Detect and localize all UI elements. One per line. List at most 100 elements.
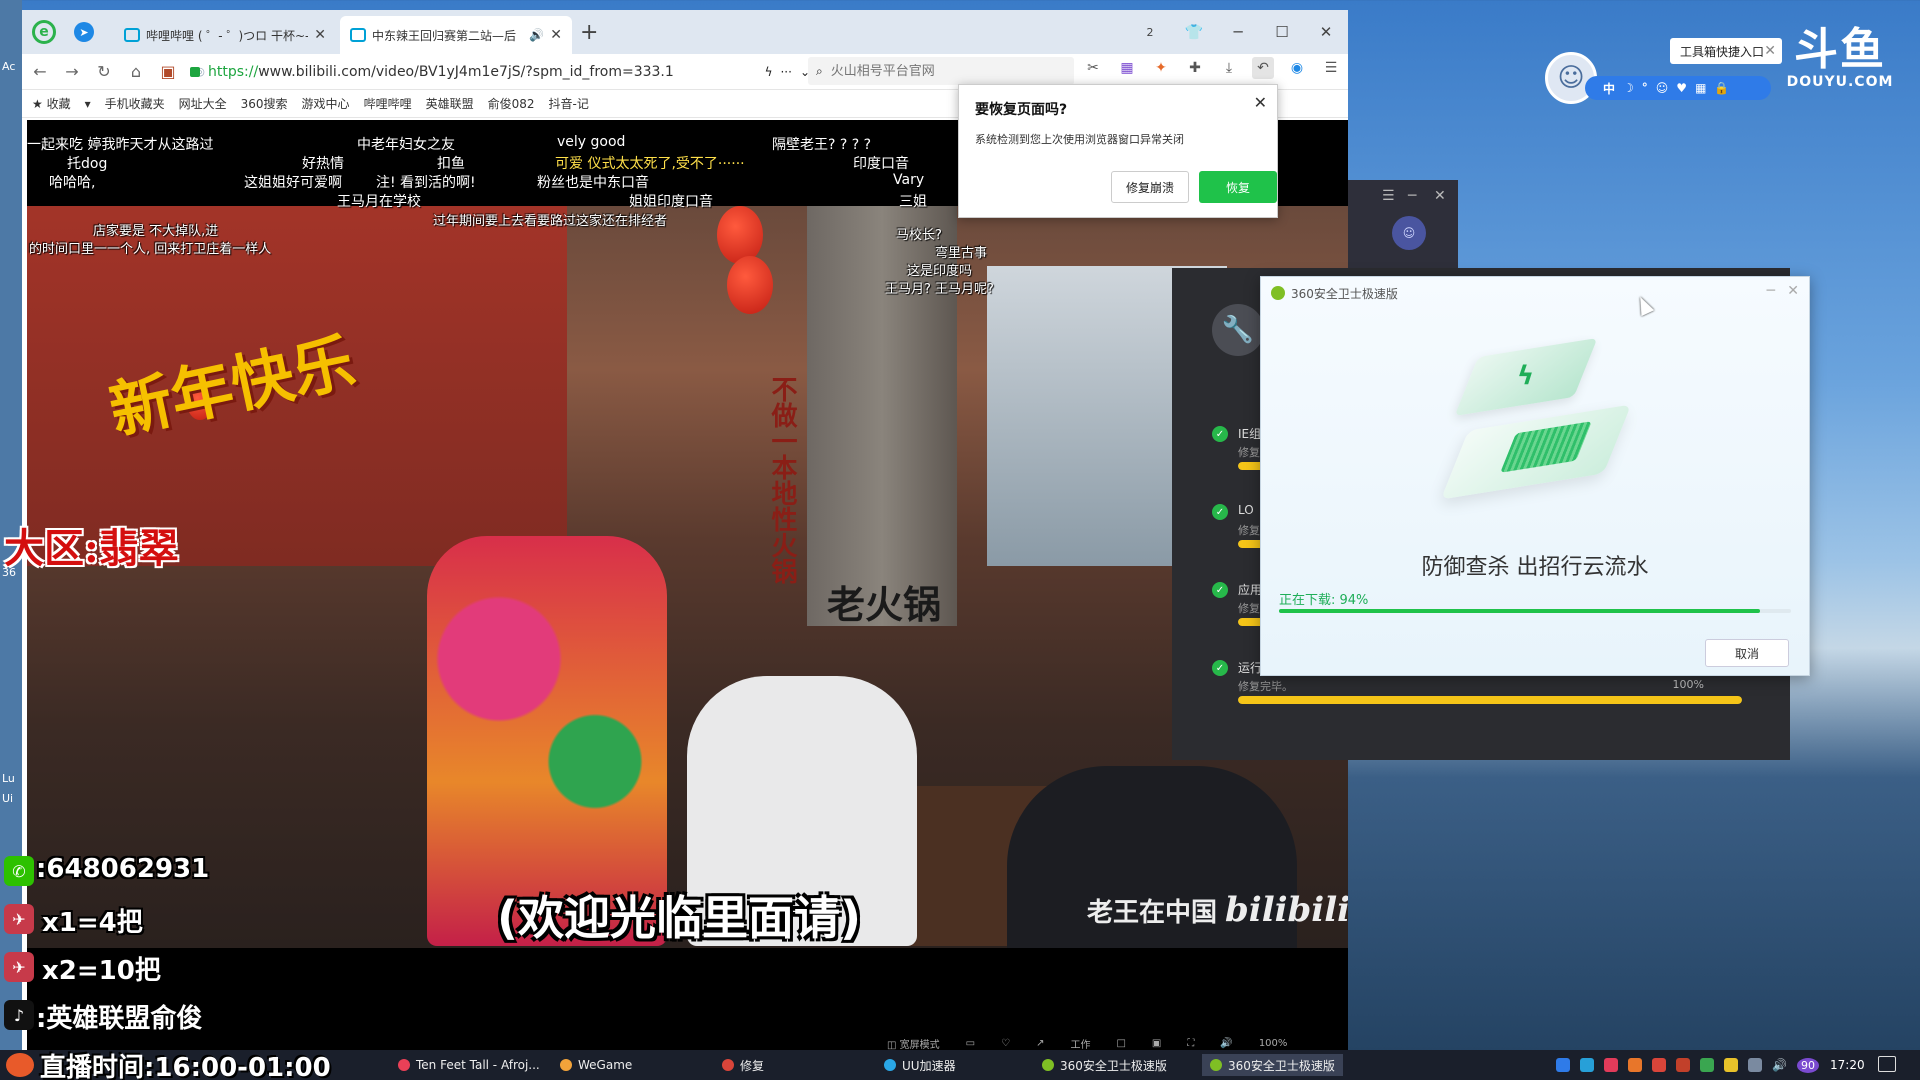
desktop-label[interactable]: Ac	[2, 60, 15, 73]
browser-logo-icon[interactable]: e	[32, 20, 56, 44]
forward-icon[interactable]: →	[62, 62, 82, 81]
bookmark-favorites[interactable]: ★ 收藏	[32, 95, 71, 112]
ime-punct-icon[interactable]: °	[1642, 81, 1648, 95]
scissors-icon[interactable]: ✂	[1082, 57, 1104, 79]
back-icon[interactable]: ←	[30, 62, 50, 81]
app-tray-icon[interactable]	[1652, 1058, 1666, 1072]
minimize-icon[interactable]: ─	[1408, 188, 1416, 204]
taskbar-item[interactable]: 修复	[722, 1054, 764, 1076]
translate-icon[interactable]: ▦	[1116, 57, 1138, 79]
bookmark-item[interactable]: 360搜索	[241, 95, 288, 112]
danmaku: vely good	[557, 134, 626, 150]
fullscreen-icon[interactable]: ⛶	[1187, 1038, 1194, 1049]
ime-strip[interactable]: 中 ☽ ° ☺ ♥ ▦ 🔒	[1585, 76, 1771, 100]
extension-bag-icon[interactable]: ▣	[158, 62, 178, 81]
search-box[interactable]: ⌕	[808, 57, 1074, 85]
theater-icon[interactable]: □	[1116, 1038, 1125, 1049]
taskbar-item-label: WeGame	[578, 1058, 633, 1072]
video-player[interactable]: 新年快乐 不做一本地性火锅 老火锅 一起来吃 婷我昨天才从这路过 中老年妇女之友…	[27, 120, 1348, 1050]
more-icon[interactable]: ···	[780, 65, 791, 79]
video-watermark: 老王在中国 bilibili	[1087, 890, 1348, 930]
taskbar-item-label: 修复	[740, 1058, 765, 1073]
like-icon[interactable]: ♡	[1001, 1038, 1010, 1049]
menu-icon[interactable]: ☰	[1320, 57, 1342, 79]
search-input[interactable]	[830, 63, 1031, 79]
volume-icon[interactable]: 🔊	[1220, 1038, 1232, 1049]
browser-sync-icon[interactable]: ◉	[1286, 57, 1308, 79]
minimize-icon[interactable]: ─	[1216, 23, 1260, 41]
cancel-button[interactable]: 取消	[1705, 639, 1789, 667]
minimize-icon[interactable]: ─	[1767, 283, 1775, 299]
tab-bilibili-home[interactable]: 哔哩哔哩 ( ゜- ゜)つロ 干杯~-b ✕	[114, 16, 336, 54]
lightning-icon[interactable]: ϟ	[765, 65, 773, 79]
notification-icon[interactable]	[1878, 1056, 1896, 1072]
work-button[interactable]: 工作	[1070, 1036, 1090, 1051]
close-icon[interactable]: ✕	[1787, 283, 1799, 299]
puzzle-icon[interactable]: ✚	[1184, 57, 1206, 79]
pip-icon[interactable]: ▭	[966, 1038, 975, 1049]
maximize-icon[interactable]: ☐	[1260, 23, 1304, 41]
user-avatar-icon[interactable]: ☺	[1392, 216, 1426, 250]
taskbar-item[interactable]: WeGame	[560, 1054, 632, 1076]
close-icon[interactable]: ✕	[1254, 93, 1267, 112]
close-icon[interactable]: ✕	[1434, 188, 1446, 204]
network-speed-icon[interactable]	[1580, 1058, 1594, 1072]
bookmark-item[interactable]: 英雄联盟	[426, 95, 474, 112]
volume-icon[interactable]: 🔊	[1772, 1058, 1787, 1072]
ime-toolbar[interactable]: ☺ 中 ☽ ° ☺ ♥ ▦ 🔒	[1545, 50, 1771, 126]
reload-icon[interactable]: ↻	[94, 62, 114, 81]
new-tab-button[interactable]: +	[580, 20, 598, 45]
app-tray-icon[interactable]	[1628, 1058, 1642, 1072]
window-count-badge[interactable]: 2	[1128, 26, 1172, 39]
pinned-tab-icon[interactable]: ➤	[74, 22, 94, 42]
qq-icon[interactable]	[1556, 1058, 1570, 1072]
taskbar-item[interactable]: 360安全卫士极速版	[1042, 1054, 1167, 1076]
taskbar-item[interactable]: Ten Feet Tall - Afroj...	[398, 1054, 540, 1076]
ime-moon-icon[interactable]: ☽	[1623, 81, 1634, 95]
bookmark-dropdown[interactable]: ▾	[85, 97, 91, 111]
bookmark-item[interactable]: 抖音-记	[549, 95, 589, 112]
address-bar[interactable]: https://www.bilibili.com/video/BV1yJ4m1e…	[190, 58, 810, 86]
taskbar-item-active[interactable]: 360安全卫士极速版	[1202, 1054, 1343, 1076]
widescreen-button[interactable]: ◫ 宽屏模式	[887, 1036, 940, 1051]
bookmark-item[interactable]: 俞俊082	[488, 95, 535, 112]
bookmark-item[interactable]: 手机收藏夹	[105, 95, 165, 112]
danmaku: 这姐姐好可爱啊	[244, 175, 342, 191]
undo-icon[interactable]: ↶	[1252, 57, 1274, 79]
fix-crash-button[interactable]: 修复崩溃	[1111, 171, 1189, 203]
app-tray-icon[interactable]	[1724, 1058, 1738, 1072]
web-fullscreen-icon[interactable]: ▣	[1152, 1038, 1161, 1049]
bookmark-item[interactable]: 网址大全	[179, 95, 227, 112]
close-icon[interactable]: ✕	[550, 27, 562, 43]
restore-button[interactable]: 恢复	[1199, 171, 1277, 203]
home-icon[interactable]: ⌂	[126, 62, 146, 81]
app-tray-icon[interactable]	[1604, 1058, 1618, 1072]
url-text[interactable]: https://www.bilibili.com/video/BV1yJ4m1e…	[208, 64, 757, 80]
share-icon[interactable]: ↗	[1036, 1038, 1044, 1049]
close-window-icon[interactable]: ✕	[1304, 23, 1348, 41]
start-icon[interactable]	[6, 1053, 34, 1077]
ime-grid-icon[interactable]: ▦	[1695, 81, 1706, 95]
system-clock[interactable]: 17:20	[1830, 1050, 1865, 1080]
network-icon[interactable]	[1748, 1058, 1762, 1072]
game-icon[interactable]: ✦	[1150, 57, 1172, 79]
tab-video[interactable]: 中东辣王回归赛第二站—后 🔊 ✕	[340, 16, 572, 54]
download-icon[interactable]: ⤓	[1218, 57, 1240, 79]
desktop-label[interactable]: Ui	[2, 792, 13, 805]
shirt-icon[interactable]: 👕	[1172, 23, 1216, 41]
bookmark-item[interactable]: 哔哩哔哩	[364, 95, 412, 112]
tray-badge[interactable]: 90	[1796, 1057, 1819, 1073]
close-icon[interactable]: ✕	[314, 27, 326, 43]
ime-emoji-icon[interactable]: ☺	[1656, 81, 1669, 95]
speaker-icon[interactable]: 🔊	[529, 28, 544, 42]
ime-skin-icon[interactable]: ♥	[1676, 81, 1687, 95]
app-tray-icon[interactable]	[1676, 1058, 1690, 1072]
taskbar-item-label: Ten Feet Tall - Afroj...	[416, 1058, 540, 1072]
bookmark-item[interactable]: 游戏中心	[302, 95, 350, 112]
ime-lang-key[interactable]: 中	[1603, 80, 1615, 97]
app-tray-icon[interactable]	[1700, 1058, 1714, 1072]
ime-lock-icon[interactable]: 🔒	[1714, 81, 1729, 95]
menu-icon[interactable]: ☰	[1382, 188, 1395, 204]
taskbar-item[interactable]: UU加速器	[884, 1054, 956, 1076]
desktop-label[interactable]: Lu	[2, 772, 15, 785]
